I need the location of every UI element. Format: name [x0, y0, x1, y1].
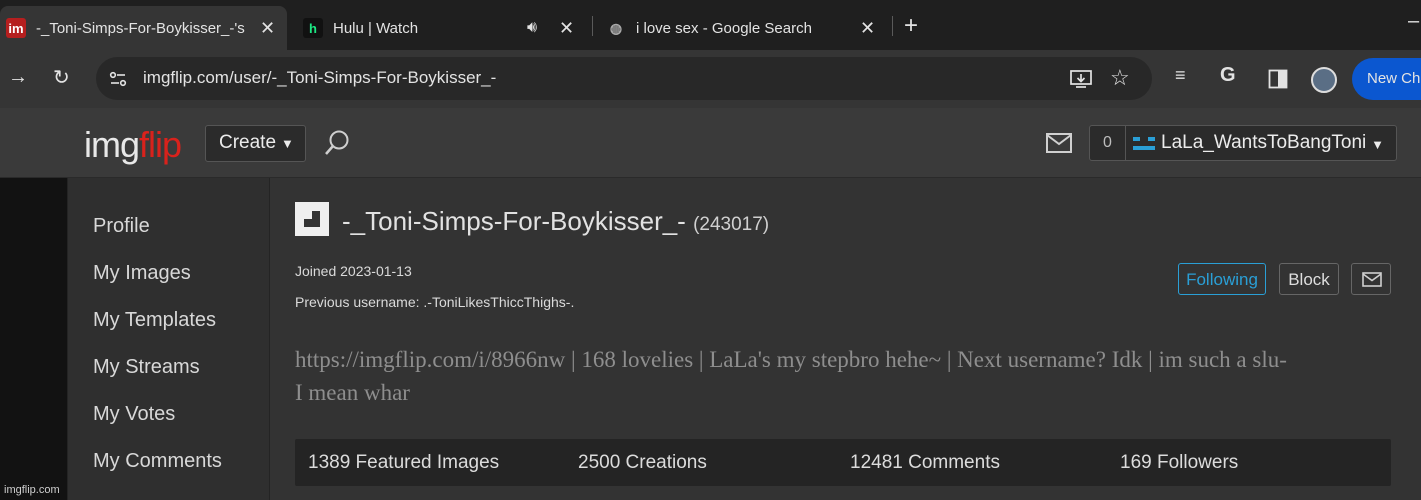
- create-label: Create: [219, 132, 277, 153]
- tab-imgflip-profile[interactable]: im -_Toni-Simps-For-Boykisser_-'s ✕: [0, 6, 287, 50]
- reload-icon[interactable]: ↻: [53, 65, 70, 90]
- site-header: imgflip Create ▼ 0 LaLa_WantsToBangToni ▼: [0, 108, 1421, 178]
- url-text: imgflip.com/user/-_Toni-Simps-For-Boykis…: [143, 68, 497, 87]
- minimize-icon[interactable]: –: [1408, 10, 1419, 33]
- notification-count[interactable]: 0: [1089, 125, 1126, 161]
- user-menu-button[interactable]: LaLa_WantsToBangToni ▼: [1125, 125, 1397, 161]
- tab-title: i love sex - Google Search: [636, 19, 812, 37]
- mail-icon[interactable]: [1046, 133, 1072, 153]
- sidebar-item-my-streams[interactable]: My Streams: [93, 356, 200, 379]
- create-dropdown-button[interactable]: Create ▼: [205, 125, 306, 162]
- imgflip-logo[interactable]: imgflip: [84, 124, 182, 166]
- forward-icon[interactable]: →: [8, 66, 28, 89]
- profile-bio: https://imgflip.com/i/8966nw | 168 lovel…: [295, 343, 1395, 409]
- browser-tab-bar: im -_Toni-Simps-For-Boykisser_-'s ✕ h Hu…: [0, 0, 1421, 50]
- tab-hulu[interactable]: h Hulu | Watch 🔊︎ ✕: [297, 6, 582, 50]
- google-extension-icon[interactable]: G: [1220, 64, 1236, 87]
- install-app-icon[interactable]: [1070, 69, 1092, 89]
- bookmark-star-icon[interactable]: ☆: [1110, 65, 1130, 91]
- current-username: LaLa_WantsToBangToni: [1161, 132, 1367, 153]
- profile-main: -_Toni-Simps-For-Boykisser_- (243017) Jo…: [270, 178, 1421, 500]
- tab-title: Hulu | Watch: [333, 19, 419, 37]
- search-icon[interactable]: [322, 128, 352, 158]
- sidebar-item-my-templates[interactable]: My Templates: [93, 309, 216, 332]
- user-avatar: [295, 202, 329, 236]
- google-favicon-icon: ◍: [609, 19, 623, 36]
- profile-username: -_Toni-Simps-For-Boykisser_- (243017): [342, 206, 770, 236]
- new-tab-icon[interactable]: +: [904, 12, 918, 40]
- reading-list-icon[interactable]: ≡: [1175, 65, 1186, 86]
- bio-line: I mean whar: [295, 380, 410, 405]
- tab-separator: [592, 16, 593, 36]
- imgflip-favicon-icon: im: [6, 18, 26, 38]
- close-icon[interactable]: ✕: [559, 18, 574, 39]
- following-button[interactable]: Following: [1178, 263, 1266, 295]
- profile-sidebar: Profile My Images My Templates My Stream…: [67, 178, 270, 500]
- stat-featured-images[interactable]: 1389 Featured Images: [308, 452, 499, 474]
- joined-date: Joined 2023-01-13: [295, 263, 412, 279]
- mail-icon: [1362, 272, 1382, 287]
- profile-avatar[interactable]: [1311, 67, 1337, 93]
- block-button[interactable]: Block: [1279, 263, 1339, 295]
- page-margin: [0, 178, 67, 500]
- address-bar[interactable]: imgflip.com/user/-_Toni-Simps-For-Boykis…: [96, 57, 1152, 100]
- speaker-icon[interactable]: 🔊︎: [527, 19, 537, 37]
- tab-separator: [892, 16, 893, 36]
- tab-google-search[interactable]: ◍ i love sex - Google Search ✕: [600, 6, 885, 50]
- previous-username: Previous username: .-ToniLikesThiccThigh…: [295, 294, 575, 310]
- sidebar-item-my-votes[interactable]: My Votes: [93, 403, 175, 426]
- bio-line: https://imgflip.com/i/8966nw | 168 lovel…: [295, 347, 1287, 372]
- sidebar-item-my-comments[interactable]: My Comments: [93, 450, 222, 473]
- stat-creations[interactable]: 2500 Creations: [578, 452, 707, 474]
- message-button[interactable]: [1351, 263, 1391, 295]
- stat-followers[interactable]: 169 Followers: [1120, 452, 1238, 474]
- profile-stats-bar: 1389 Featured Images 2500 Creations 1248…: [295, 439, 1391, 486]
- sidebar-item-profile[interactable]: Profile: [93, 215, 150, 238]
- side-panel-icon[interactable]: [1268, 69, 1288, 89]
- sidebar-item-my-images[interactable]: My Images: [93, 262, 191, 285]
- close-icon[interactable]: ✕: [260, 18, 275, 39]
- user-flair-icon: [1133, 137, 1155, 150]
- imgflip-watermark: imgflip.com: [4, 484, 60, 496]
- hulu-favicon-icon: h: [303, 18, 323, 38]
- profile-points: (243017): [693, 214, 770, 235]
- caret-down-icon: ▼: [1371, 137, 1384, 152]
- tab-title: -_Toni-Simps-For-Boykisser_-'s: [36, 19, 245, 37]
- caret-down-icon: ▼: [281, 136, 294, 151]
- new-chrome-button[interactable]: New Chr: [1352, 58, 1421, 100]
- stat-comments[interactable]: 12481 Comments: [850, 452, 1000, 474]
- site-settings-icon[interactable]: [108, 69, 128, 89]
- close-icon[interactable]: ✕: [860, 18, 875, 39]
- browser-toolbar: → ↻ imgflip.com/user/-_Toni-Simps-For-Bo…: [0, 50, 1421, 108]
